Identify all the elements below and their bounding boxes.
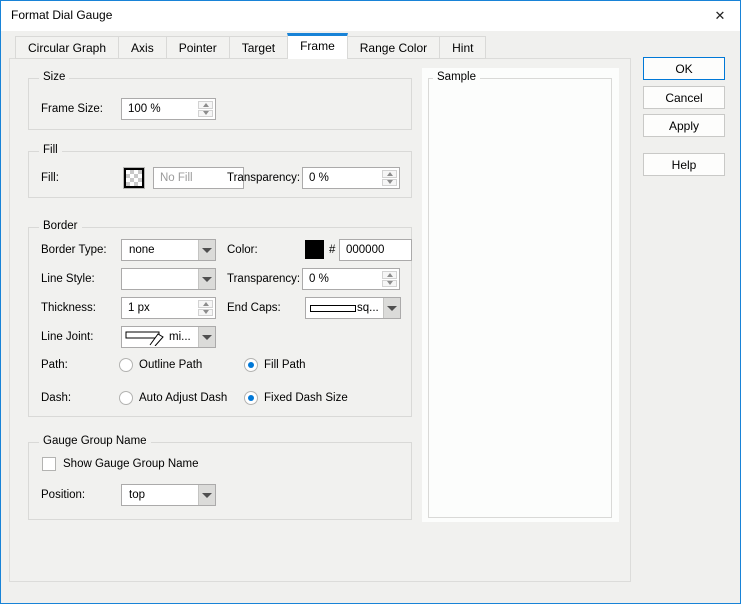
show-gauge-group-name-checkbox[interactable]	[42, 457, 56, 471]
tab-circular-graph[interactable]: Circular Graph	[15, 36, 119, 59]
chevron-down-icon[interactable]	[198, 240, 215, 260]
tab-bar: Circular Graph Axis Pointer Target Frame…	[15, 36, 486, 59]
fill-transparency-label: Transparency:	[227, 167, 300, 189]
hash-sign: #	[329, 239, 335, 261]
gauge-group-name-group: Gauge Group Name Show Gauge Group Name P…	[28, 442, 412, 520]
end-caps-value: sq...	[357, 302, 383, 314]
close-icon[interactable]: ✕	[711, 7, 729, 25]
frame-size-label: Frame Size:	[41, 98, 103, 120]
spin-up-icon[interactable]	[382, 271, 397, 279]
outline-path-radio[interactable]	[119, 358, 133, 372]
line-joint-dropdown[interactable]: mi...	[121, 326, 216, 348]
path-label: Path:	[41, 354, 68, 376]
spin-down-icon[interactable]	[382, 280, 397, 288]
fill-group-title: Fill	[39, 144, 62, 156]
thickness-label: Thickness:	[41, 297, 96, 319]
sample-group-title: Sample	[433, 71, 480, 83]
fill-transparency-value: 0 %	[309, 172, 393, 184]
frame-size-input[interactable]: 100 %	[121, 98, 216, 120]
end-caps-dropdown[interactable]: sq...	[305, 297, 401, 319]
frame-size-spinner[interactable]	[198, 101, 213, 117]
tab-axis[interactable]: Axis	[118, 36, 167, 59]
tab-range-color[interactable]: Range Color	[347, 36, 440, 59]
title-bar: Format Dial Gauge ✕	[1, 1, 740, 31]
border-transparency-label: Transparency:	[227, 268, 300, 290]
frame-size-value: 100 %	[128, 103, 209, 115]
color-hex-input[interactable]: 000000	[339, 239, 412, 261]
fill-label: Fill:	[41, 167, 59, 189]
spin-up-icon[interactable]	[198, 300, 213, 308]
fixed-dash-size-radio[interactable]	[244, 391, 258, 405]
apply-button[interactable]: Apply	[643, 114, 725, 137]
help-button[interactable]: Help	[643, 153, 725, 176]
tab-frame[interactable]: Frame	[287, 33, 348, 59]
cancel-button[interactable]: Cancel	[643, 86, 725, 109]
line-joint-label: Line Joint:	[41, 326, 93, 348]
dialog-title: Format Dial Gauge	[11, 8, 112, 22]
size-group: Size Frame Size: 100 %	[28, 78, 412, 130]
ok-button[interactable]: OK	[643, 57, 725, 80]
line-joint-preview	[125, 328, 169, 346]
border-transparency-spinner[interactable]	[382, 271, 397, 287]
color-hex-value: 000000	[346, 244, 405, 256]
border-color-swatch[interactable]	[305, 240, 324, 259]
show-gauge-group-name-label: Show Gauge Group Name	[63, 457, 199, 472]
tab-pointer[interactable]: Pointer	[166, 36, 230, 59]
end-caps-label: End Caps:	[227, 297, 281, 319]
gauge-group-name-title: Gauge Group Name	[39, 435, 151, 447]
chevron-down-icon[interactable]	[383, 298, 400, 318]
sample-panel: Sample	[422, 68, 619, 522]
border-group: Border Border Type: none Color: # 000000…	[28, 227, 412, 417]
format-dial-gauge-dialog: Format Dial Gauge ✕ Circular Graph Axis …	[0, 0, 741, 604]
fill-group: Fill Fill: No Fill Transparency: 0 %	[28, 151, 412, 198]
fill-path-radio[interactable]	[244, 358, 258, 372]
thickness-value: 1 px	[128, 302, 209, 314]
dash-label: Dash:	[41, 387, 71, 409]
position-dropdown[interactable]: top	[121, 484, 216, 506]
border-transparency-value: 0 %	[309, 273, 393, 285]
spin-down-icon[interactable]	[198, 110, 213, 118]
size-group-title: Size	[39, 71, 69, 83]
color-label: Color:	[227, 239, 258, 261]
end-caps-preview	[310, 305, 356, 312]
position-value: top	[129, 489, 198, 501]
spin-down-icon[interactable]	[198, 309, 213, 317]
fill-transparency-input[interactable]: 0 %	[302, 167, 400, 189]
border-transparency-input[interactable]: 0 %	[302, 268, 400, 290]
outline-path-radio-label: Outline Path	[139, 358, 202, 373]
fill-transparency-spinner[interactable]	[382, 170, 397, 186]
auto-adjust-dash-radio[interactable]	[119, 391, 133, 405]
border-type-label: Border Type:	[41, 239, 107, 261]
thickness-input[interactable]: 1 px	[121, 297, 216, 319]
sample-group-border	[428, 78, 612, 518]
no-fill-swatch-button[interactable]	[124, 168, 144, 188]
chevron-down-icon[interactable]	[198, 485, 215, 505]
frame-tab-page: Size Frame Size: 100 % Fill Fill: No Fil…	[9, 58, 631, 582]
spin-up-icon[interactable]	[198, 101, 213, 109]
spin-down-icon[interactable]	[382, 179, 397, 187]
chevron-down-icon[interactable]	[198, 269, 215, 289]
fixed-dash-size-radio-label: Fixed Dash Size	[264, 391, 348, 406]
line-style-label: Line Style:	[41, 268, 95, 290]
border-group-title: Border	[39, 220, 82, 232]
thickness-spinner[interactable]	[198, 300, 213, 316]
position-label: Position:	[41, 484, 85, 506]
tab-hint[interactable]: Hint	[439, 36, 486, 59]
fill-value: No Fill	[160, 172, 237, 184]
auto-adjust-dash-radio-label: Auto Adjust Dash	[139, 391, 227, 406]
fill-path-radio-label: Fill Path	[264, 358, 306, 373]
line-joint-value: mi...	[169, 331, 198, 343]
chevron-down-icon[interactable]	[198, 327, 215, 347]
border-type-value: none	[129, 244, 198, 256]
line-style-dropdown[interactable]	[121, 268, 216, 290]
spin-up-icon[interactable]	[382, 170, 397, 178]
border-type-dropdown[interactable]: none	[121, 239, 216, 261]
tab-target[interactable]: Target	[229, 36, 288, 59]
